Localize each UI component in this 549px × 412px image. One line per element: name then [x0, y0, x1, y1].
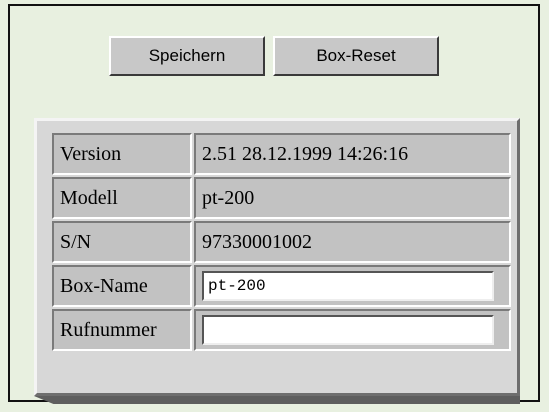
- box-name-row: Box-Name: [52, 265, 511, 307]
- model-value: pt-200: [194, 177, 511, 219]
- model-label: Modell: [52, 177, 192, 219]
- phone-label: Rufnummer: [52, 309, 192, 351]
- button-bar: Speichern Box-Reset: [10, 36, 538, 76]
- version-value: 2.51 28.12.1999 14:26:16: [194, 133, 511, 175]
- model-row: Modell pt-200: [52, 177, 511, 219]
- device-info-table: Version 2.51 28.12.1999 14:26:16 Modell …: [50, 131, 513, 353]
- device-info-panel: Version 2.51 28.12.1999 14:26:16 Modell …: [34, 118, 520, 396]
- phone-row: Rufnummer: [52, 309, 511, 351]
- panel-shadow: [34, 396, 520, 404]
- settings-frame: Speichern Box-Reset Version 2.51 28.12.1…: [8, 4, 540, 404]
- serial-value: 97330001002: [194, 221, 511, 263]
- serial-label: S/N: [52, 221, 192, 263]
- box-reset-button[interactable]: Box-Reset: [273, 36, 439, 76]
- box-name-input[interactable]: [202, 271, 494, 301]
- phone-cell: [194, 309, 511, 351]
- box-name-label: Box-Name: [52, 265, 192, 307]
- save-button[interactable]: Speichern: [109, 36, 265, 76]
- box-name-cell: [194, 265, 511, 307]
- version-row: Version 2.51 28.12.1999 14:26:16: [52, 133, 511, 175]
- phone-number-input[interactable]: [202, 315, 494, 345]
- serial-row: S/N 97330001002: [52, 221, 511, 263]
- version-label: Version: [52, 133, 192, 175]
